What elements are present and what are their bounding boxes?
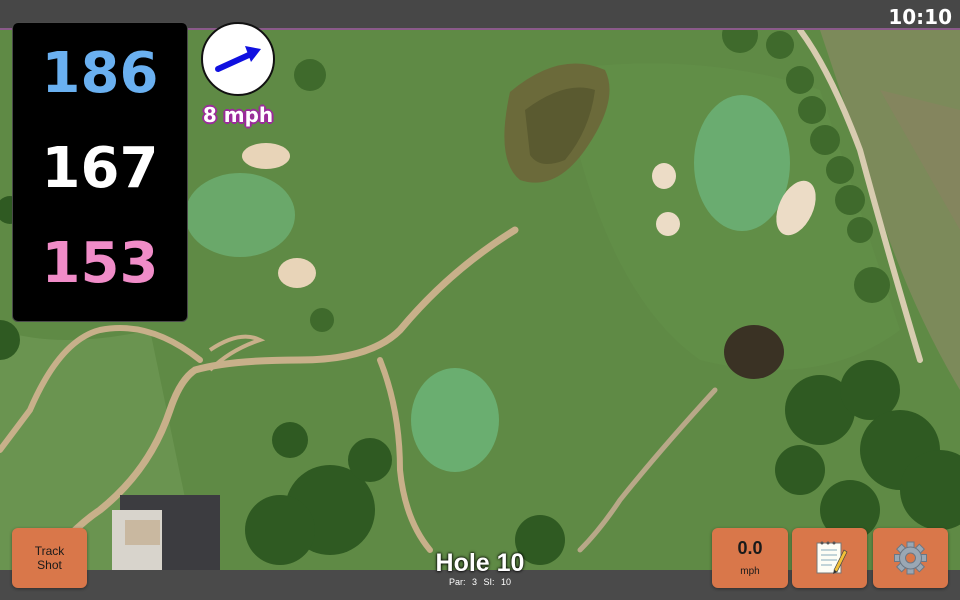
hole-title: Hole 10: [435, 549, 525, 577]
hole-info: Par: 3 SI: 10: [448, 577, 512, 587]
yardage-panel: 186 167 153: [12, 22, 188, 322]
track-shot-label-line1: Track: [34, 544, 65, 558]
settings-button[interactable]: [873, 528, 948, 588]
middle-yardage: 167: [41, 136, 159, 201]
track-shot-label-line2: Shot: [37, 558, 62, 572]
notepad-icon: [816, 541, 848, 574]
speed-button[interactable]: 0.0 mph: [712, 528, 788, 588]
clock: 10:10: [888, 5, 952, 29]
arrow-icon: [215, 46, 261, 72]
gear-icon: [894, 541, 927, 575]
speed-unit: mph: [740, 566, 760, 577]
back-yardage: 186: [41, 41, 159, 106]
speed-value: 0.0: [737, 538, 763, 558]
notes-button[interactable]: [792, 528, 867, 588]
front-yardage: 153: [41, 231, 159, 296]
track-shot-button[interactable]: Track Shot: [12, 528, 87, 588]
wind-speed: 8 mph: [202, 103, 274, 127]
wind-indicator: [201, 22, 275, 96]
